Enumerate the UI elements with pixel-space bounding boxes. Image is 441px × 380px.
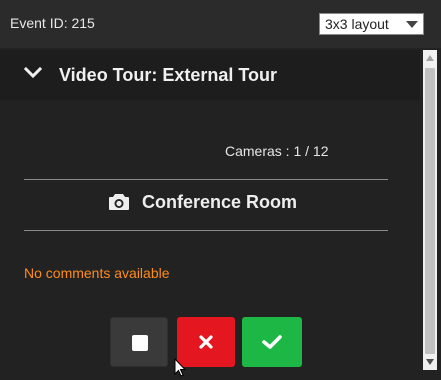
camera-name: Conference Room xyxy=(142,192,298,212)
scroll-up-arrow-icon[interactable] xyxy=(426,55,434,61)
divider xyxy=(24,179,388,180)
camera-icon xyxy=(109,194,129,210)
chevron-down-icon[interactable] xyxy=(24,66,42,80)
panel-title: Video Tour: External Tour xyxy=(59,65,278,85)
event-window: Event ID: 215 3x3 layout Video Tour: Ext… xyxy=(0,0,441,380)
confirm-button[interactable] xyxy=(242,317,302,367)
chevron-down-icon xyxy=(406,21,418,28)
stop-button[interactable] xyxy=(110,317,168,367)
scrollbar-thumb[interactable] xyxy=(425,68,435,354)
divider xyxy=(24,230,388,231)
mouse-pointer-icon xyxy=(174,358,186,377)
scroll-down-arrow-icon[interactable] xyxy=(426,359,434,365)
scrollbar[interactable] xyxy=(423,50,437,370)
event-id-label: Event ID: 215 xyxy=(10,15,95,31)
panel-header[interactable]: Video Tour: External Tour xyxy=(0,50,420,100)
stop-icon xyxy=(132,335,148,351)
close-icon xyxy=(199,335,213,349)
camera-count: Cameras : 1 / 12 xyxy=(225,143,329,159)
check-icon xyxy=(262,335,282,349)
comments-text: No comments available xyxy=(24,265,170,281)
video-tour-panel: Video Tour: External Tour Cameras : 1 / … xyxy=(0,50,420,380)
layout-select-value: 3x3 layout xyxy=(325,16,389,32)
top-bar: Event ID: 215 3x3 layout xyxy=(0,0,441,48)
layout-select[interactable]: 3x3 layout xyxy=(319,13,424,35)
